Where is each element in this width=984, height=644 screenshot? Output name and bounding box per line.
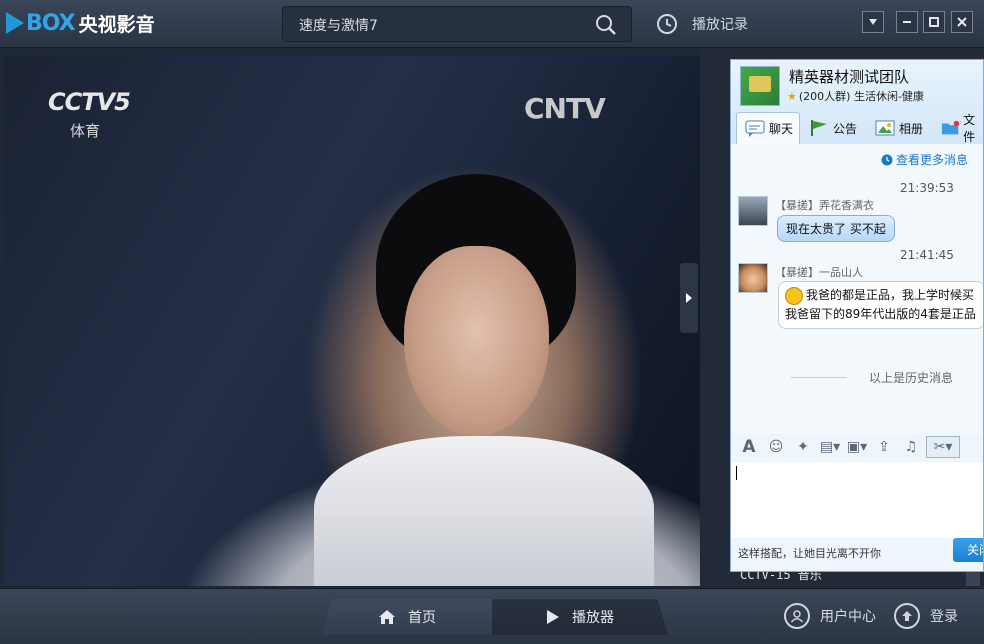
scissors-icon[interactable]: ✂▾ — [926, 436, 960, 458]
logo-play-icon — [6, 12, 24, 34]
photo-icon — [875, 120, 895, 136]
tab-files[interactable]: 文件 — [941, 112, 983, 144]
search-box — [282, 6, 632, 42]
user-center-link[interactable]: 用户中心 — [784, 603, 876, 629]
play-icon — [547, 610, 559, 624]
message-time: 21:41:45 — [900, 248, 954, 262]
chat-header: 精英器材测试团队 ★ (200人群) 生活休闲-健康 聊天 公告 相册 文件 — [731, 60, 983, 144]
grin-emoji-icon — [785, 286, 803, 305]
video-player[interactable]: CCTV5 体育 CNTV — [4, 56, 700, 586]
ad-link[interactable]: 这样搭配，让她目光离不开你 — [738, 545, 881, 561]
history-divider: 以上是历史消息 — [791, 369, 983, 386]
tab-announcement[interactable]: 公告 — [809, 112, 857, 144]
video-frame-face — [404, 246, 549, 436]
image-icon[interactable]: ▣▾ — [845, 436, 869, 458]
text-cursor — [736, 466, 737, 480]
group-avatar-card — [749, 76, 771, 92]
message-bubble: 我爸的都是正品，我上学时候买 我爸留下的89年代出版的4套是正品 — [778, 281, 983, 329]
chat-bubble-icon — [745, 120, 765, 137]
message-line: 我爸的都是正品，我上学时候买 — [806, 288, 975, 302]
tab-album-label: 相册 — [899, 121, 924, 136]
search-icon[interactable] — [595, 14, 617, 36]
panel-toggle-button[interactable] — [680, 263, 698, 333]
video-frame-shirt — [314, 436, 654, 586]
chat-toolbar: A ☺ ✦ ▤▾ ▣▾ ⇪ ♫ ✂▾ — [731, 434, 983, 460]
message-time: 21:39:53 — [900, 181, 954, 195]
music-icon[interactable]: ♫ — [899, 436, 923, 458]
maximize-button[interactable] — [923, 11, 945, 33]
message-sender[interactable]: 【暴搓】一品山人 — [775, 264, 863, 280]
login-label: 登录 — [930, 609, 958, 625]
close-icon — [957, 17, 967, 27]
login-arrow-icon — [894, 603, 920, 629]
tab-chat-label: 聊天 — [769, 122, 794, 136]
channel-sub-label: 体育 — [70, 122, 101, 140]
tab-player-label: 播放器 — [572, 610, 614, 626]
upload-icon[interactable]: ⇪ — [872, 436, 896, 458]
message-line: 我爸留下的89年代出版的4套是正品 — [785, 307, 976, 321]
group-meta: ★ (200人群) 生活休闲-健康 — [787, 88, 924, 104]
maximize-icon — [929, 17, 939, 27]
search-input[interactable] — [299, 15, 589, 35]
tab-home[interactable]: 首页 — [322, 599, 492, 635]
clock-icon — [657, 14, 677, 34]
gift-icon[interactable]: ▤▾ — [818, 436, 842, 458]
more-messages-label: 查看更多消息 — [896, 153, 969, 167]
close-window-button[interactable] — [951, 11, 973, 33]
close-chat-button[interactable]: 关闭 — [953, 538, 983, 562]
message-sender[interactable]: 【暴搓】弄花香满衣 — [775, 197, 874, 213]
message-input[interactable] — [731, 462, 983, 538]
bottom-bar: 首页 播放器 用户中心 登录 — [0, 588, 984, 644]
group-chat-window: 精英器材测试团队 ★ (200人群) 生活休闲-健康 聊天 公告 相册 文件 查… — [730, 59, 984, 572]
group-name: 精英器材测试团队 — [789, 68, 910, 86]
tab-files-label: 文件 — [963, 113, 976, 144]
play-history-label: 播放记录 — [692, 17, 748, 33]
logo-box-text: BOX — [26, 10, 76, 36]
chat-tabs: 聊天 公告 相册 文件 — [731, 112, 983, 144]
home-icon — [379, 610, 395, 624]
font-icon[interactable]: A — [737, 436, 761, 458]
magic-wand-icon[interactable]: ✦ — [791, 436, 815, 458]
play-history-button[interactable]: 播放记录 — [656, 12, 748, 36]
clock-small-icon — [881, 154, 893, 165]
menu-dropdown-button[interactable] — [862, 11, 884, 33]
channel-logo: CCTV5 — [48, 88, 131, 116]
user-center-label: 用户中心 — [820, 609, 876, 625]
divider-line — [791, 377, 847, 378]
logo-cn-text: 央视影音 — [78, 13, 155, 36]
more-messages-link[interactable]: 查看更多消息 — [881, 151, 968, 168]
history-divider-label: 以上是历史消息 — [869, 371, 954, 385]
app-window: BOX 央视影音 播放记录 — [0, 0, 984, 644]
emoji-icon[interactable]: ☺ — [764, 436, 788, 458]
tab-chat[interactable]: 聊天 — [736, 112, 800, 144]
minimize-button[interactable] — [896, 11, 918, 33]
tab-announcement-label: 公告 — [833, 121, 858, 136]
folder-icon — [941, 120, 960, 135]
tab-album[interactable]: 相册 — [875, 112, 923, 144]
login-link[interactable]: 登录 — [894, 603, 958, 629]
minimize-icon — [903, 21, 911, 23]
star-icon: ★ — [787, 89, 797, 103]
avatar[interactable] — [738, 263, 768, 293]
chevron-down-icon — [869, 19, 877, 25]
app-logo[interactable]: BOX 央视影音 — [6, 9, 155, 37]
chevron-right-icon — [686, 293, 692, 303]
tab-player[interactable]: 播放器 — [492, 599, 668, 635]
group-meta-text: (200人群) 生活休闲-健康 — [798, 90, 924, 103]
tab-home-label: 首页 — [408, 610, 436, 626]
user-icon — [784, 603, 810, 629]
avatar[interactable] — [738, 196, 768, 226]
message-bubble: 现在太贵了 买不起 — [777, 215, 895, 242]
group-avatar[interactable] — [740, 66, 780, 106]
flag-icon — [811, 120, 827, 136]
chat-message-area[interactable]: 查看更多消息 21:39:53 【暴搓】弄花香满衣 现在太贵了 买不起 21:4… — [731, 144, 983, 434]
title-bar: BOX 央视影音 播放记录 — [0, 0, 984, 48]
panel-scroll-down-button[interactable] — [966, 572, 980, 586]
cntv-watermark: CNTV — [524, 92, 606, 125]
